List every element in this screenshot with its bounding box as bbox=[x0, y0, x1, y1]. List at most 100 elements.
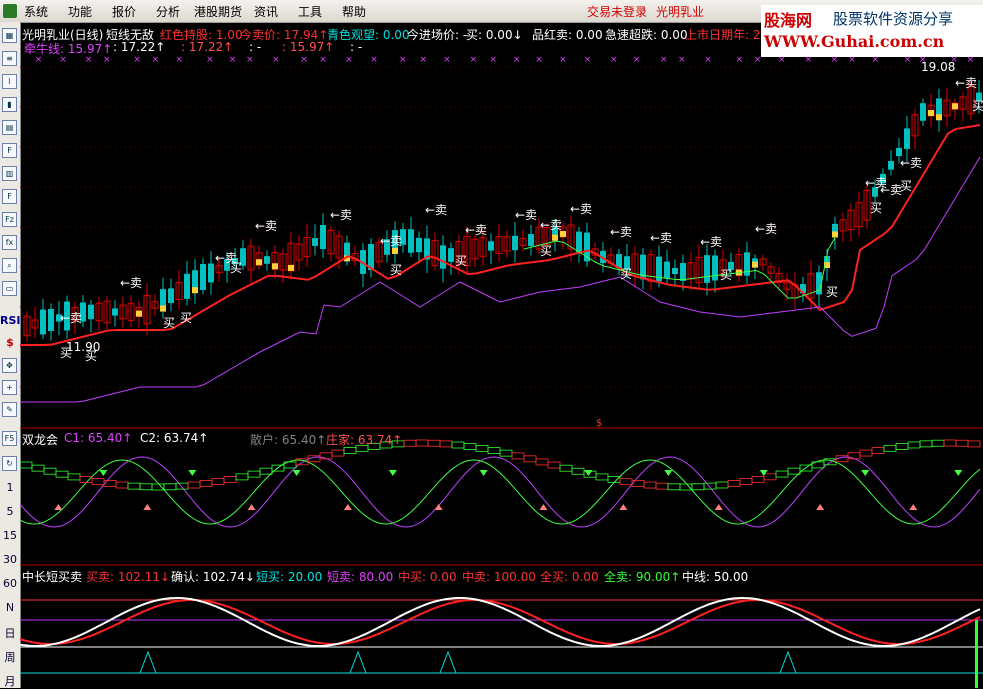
plus-icon[interactable]: + bbox=[2, 380, 17, 395]
top-marker: × bbox=[559, 55, 567, 65]
full-sell-bar bbox=[975, 620, 978, 688]
fiz-icon[interactable]: Fz bbox=[2, 212, 17, 227]
top-marker: × bbox=[229, 55, 237, 65]
ladder-step bbox=[451, 441, 465, 449]
login-status[interactable]: 交易未登录 bbox=[587, 3, 647, 20]
buy-signal: 买 bbox=[163, 316, 175, 330]
ladder-step bbox=[619, 478, 633, 486]
list-icon[interactable]: ≡ bbox=[2, 51, 17, 66]
candle-icon[interactable]: ▮ bbox=[2, 97, 17, 112]
menu-system[interactable]: 系统 bbox=[24, 3, 48, 20]
ladder-step bbox=[475, 445, 489, 452]
price-low-label: 11.90 bbox=[66, 340, 101, 354]
top-marker: × bbox=[660, 55, 668, 65]
menu-hk-futures[interactable]: 港股期货 bbox=[194, 3, 242, 20]
dollar-button[interactable]: $ bbox=[0, 336, 20, 349]
top-marker: × bbox=[152, 55, 160, 65]
pen-icon[interactable]: ✎ bbox=[2, 402, 17, 417]
top-marker: × bbox=[610, 55, 618, 65]
top-marker: × bbox=[246, 55, 254, 65]
ladder-step bbox=[727, 480, 741, 487]
candle-body bbox=[528, 234, 534, 246]
ladder-step bbox=[319, 452, 333, 460]
f-icon[interactable]: F bbox=[2, 189, 17, 204]
chart-icon[interactable]: ▦ bbox=[2, 28, 17, 43]
panel-marker: $ bbox=[596, 418, 602, 429]
period-3[interactable]: 30 bbox=[0, 553, 20, 566]
top-marker: × bbox=[399, 55, 407, 65]
period-0[interactable]: 1 bbox=[0, 481, 20, 494]
menu-help[interactable]: 帮助 bbox=[342, 3, 366, 20]
sell-signal: ←卖 bbox=[380, 234, 402, 248]
chart-canvas[interactable]: $←卖←卖←卖←卖←卖←卖 ←卖 ←卖←卖 ←卖←卖←卖←卖←卖←卖←卖 ←卖 ←卖←卖买… bbox=[20, 22, 983, 688]
app-icon[interactable] bbox=[3, 4, 17, 18]
doc-icon[interactable]: ▥ bbox=[2, 166, 17, 181]
panel3-legend-5: 中卖: 100.00 bbox=[462, 570, 536, 584]
top-marker: × bbox=[513, 55, 521, 65]
news-icon[interactable]: ▤ bbox=[2, 120, 17, 135]
ladder-step bbox=[787, 467, 801, 475]
candle-body bbox=[888, 161, 894, 170]
period-6[interactable]: 日 bbox=[0, 625, 20, 641]
sell-signal: ←卖 bbox=[255, 219, 277, 233]
period-8[interactable]: 月 bbox=[0, 673, 20, 689]
menu-tools[interactable]: 工具 bbox=[298, 3, 322, 20]
panel2-up-arrow bbox=[343, 504, 352, 510]
ladder-step bbox=[91, 478, 105, 486]
panel3-legend-8: 中线: 50.00 bbox=[682, 570, 749, 584]
candle-body bbox=[416, 237, 422, 253]
line-icon[interactable]: ⌇ bbox=[2, 74, 17, 89]
candle-highlight bbox=[288, 264, 294, 271]
ladder-step bbox=[20, 461, 33, 469]
ladder-step bbox=[655, 482, 669, 490]
panel2-down-arrow bbox=[861, 470, 870, 476]
buy-signal: 买 bbox=[540, 244, 552, 258]
panel3-legend-0: 买卖: 102.11↓ bbox=[86, 570, 170, 584]
main-legend-3: 今进场价: - bbox=[407, 28, 468, 42]
candle-body bbox=[200, 264, 206, 290]
ladder-step bbox=[247, 470, 261, 478]
top-marker: × bbox=[967, 55, 975, 65]
candle-body bbox=[208, 263, 214, 283]
period-1[interactable]: 5 bbox=[0, 505, 20, 518]
f5-button[interactable]: F5 bbox=[2, 431, 17, 446]
menu-quote[interactable]: 报价 bbox=[112, 3, 136, 20]
short-buy-spike bbox=[779, 650, 797, 674]
main-legend2-4: : 15.97↑ bbox=[282, 40, 335, 54]
panel3-legend-7: 全卖: 90.00↑ bbox=[604, 570, 681, 584]
period-4[interactable]: 60 bbox=[0, 577, 20, 590]
period-5[interactable]: N bbox=[0, 601, 20, 614]
bars-icon[interactable]: ▭ bbox=[2, 281, 17, 296]
move-icon[interactable]: ✥ bbox=[2, 358, 17, 373]
candle-body bbox=[168, 288, 174, 303]
top-marker: × bbox=[735, 55, 743, 65]
menu-analysis[interactable]: 分析 bbox=[156, 3, 180, 20]
menu-info[interactable]: 资讯 bbox=[254, 3, 278, 20]
ladder-step bbox=[691, 483, 705, 491]
price-high-label: 19.08 bbox=[921, 60, 956, 74]
ladder-step bbox=[139, 483, 153, 491]
period-2[interactable]: 15 bbox=[0, 529, 20, 542]
period-7[interactable]: 周 bbox=[0, 649, 20, 665]
ladder-step bbox=[571, 467, 585, 475]
ladder-step bbox=[487, 447, 501, 455]
ladder-step bbox=[67, 473, 81, 481]
short-buy-spike bbox=[349, 650, 367, 674]
refresh-icon[interactable]: ↻ bbox=[2, 456, 17, 471]
top-marker: × bbox=[535, 55, 543, 65]
main-legend-7: 上市日期年: 2 bbox=[685, 28, 761, 42]
top-marker: × bbox=[490, 55, 498, 65]
panel2-legend-1: C2: 63.74↑ bbox=[140, 431, 209, 445]
short-buy-spike bbox=[139, 650, 157, 674]
fx-icon[interactable]: fx bbox=[2, 235, 17, 250]
ladder-step bbox=[871, 447, 885, 454]
f10-icon[interactable]: F bbox=[2, 143, 17, 158]
panel2-down-arrow bbox=[584, 470, 593, 476]
menu-function[interactable]: 功能 bbox=[68, 3, 92, 20]
zoom-icon[interactable]: ⌕ bbox=[2, 258, 17, 273]
panel2-up-arrow bbox=[816, 504, 825, 510]
top-marker: × bbox=[848, 55, 856, 65]
main-legend-4: 买: 0.00↓ bbox=[466, 28, 523, 42]
rsi-button[interactable]: RSI bbox=[0, 314, 21, 327]
panel2-legend-3: 庄家: 63.74↑ bbox=[326, 433, 403, 447]
